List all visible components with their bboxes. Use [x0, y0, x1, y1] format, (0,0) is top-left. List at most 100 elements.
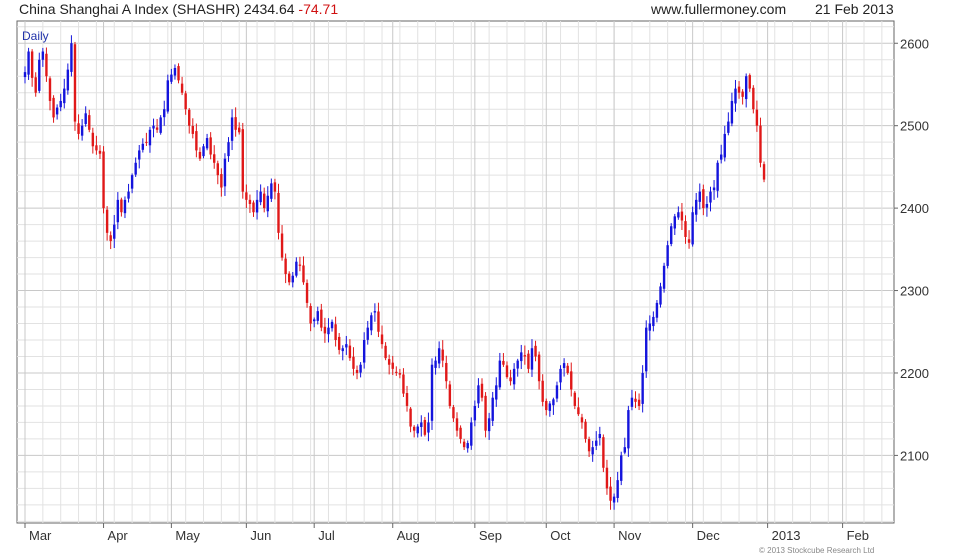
candle-body — [634, 398, 637, 402]
candle-body — [455, 418, 459, 431]
candle-body — [380, 334, 384, 345]
candle-body — [459, 427, 462, 439]
y-tick-label: 2200 — [900, 366, 929, 381]
y-tick-label: 2600 — [900, 36, 929, 51]
candle — [166, 74, 170, 114]
candle-body — [502, 360, 505, 365]
candle-body — [145, 141, 148, 143]
candle-body — [98, 150, 102, 154]
candle — [691, 206, 694, 247]
candle-body — [370, 315, 373, 331]
candle-body — [184, 93, 187, 110]
candle-body — [323, 326, 327, 334]
candle-body — [609, 486, 612, 501]
candle-body — [209, 137, 212, 155]
candle-body — [130, 175, 134, 189]
candle-body — [198, 151, 202, 159]
candle — [177, 63, 180, 84]
x-tick-label: Dec — [697, 528, 721, 543]
candle-body — [362, 340, 366, 363]
candle-body — [605, 467, 609, 489]
candle-body — [741, 91, 744, 97]
copyright-notice: © 2013 Stockcube Research Ltd — [759, 546, 875, 555]
candle-body — [191, 126, 195, 134]
candle-body — [341, 348, 344, 352]
candle-body — [530, 348, 534, 370]
candle-body — [259, 191, 262, 203]
candle-body — [109, 235, 112, 242]
candle-body — [430, 364, 434, 421]
candle — [752, 85, 755, 114]
candle-body — [420, 422, 423, 428]
candle-body — [337, 336, 341, 350]
candle-body — [52, 97, 55, 118]
candle-body — [491, 397, 494, 421]
y-tick-label: 2100 — [900, 448, 929, 463]
candle-body — [227, 142, 230, 157]
candle-body — [277, 192, 280, 233]
candle-body — [320, 309, 323, 328]
candle-body — [527, 353, 530, 369]
candle-body — [134, 162, 137, 175]
candle-body — [70, 43, 73, 72]
candle-body — [580, 417, 584, 423]
x-tick-label: May — [175, 528, 200, 543]
candle-body — [73, 44, 77, 122]
candle — [241, 122, 244, 199]
candle-body — [170, 74, 173, 82]
x-tick-label: Jul — [318, 528, 335, 543]
candle-body — [155, 127, 159, 130]
candle-body — [627, 410, 630, 449]
candle-body — [445, 362, 448, 382]
candle-body — [584, 421, 587, 439]
candle-body — [180, 83, 184, 93]
candle-body — [477, 385, 480, 404]
candle-body — [484, 395, 487, 431]
y-tick-label: 2500 — [900, 119, 929, 134]
candle-body — [727, 121, 730, 133]
candle-body — [598, 433, 602, 439]
candle-body — [166, 80, 170, 112]
candle-body — [38, 59, 41, 91]
candle-body — [659, 286, 662, 305]
y-tick-label: 2300 — [900, 284, 929, 299]
candle-body — [495, 385, 498, 400]
candle-body — [127, 191, 130, 199]
candle — [102, 146, 105, 214]
x-tick-label: Apr — [108, 528, 129, 543]
x-tick-label: Jun — [250, 528, 271, 543]
candle-body — [562, 363, 566, 368]
candle-body — [505, 365, 509, 378]
candle-body — [744, 76, 748, 100]
candle-body — [705, 203, 709, 208]
candle-body — [712, 187, 716, 191]
candle-body — [330, 321, 334, 329]
candle-body — [345, 344, 348, 348]
candle-body — [595, 440, 598, 446]
candle-body — [648, 323, 651, 331]
candle-body — [302, 265, 305, 283]
candle-body — [405, 393, 409, 406]
candle-body — [402, 374, 405, 394]
candle-body — [559, 368, 562, 383]
candle-body — [270, 183, 273, 199]
candle-body — [23, 72, 27, 78]
candle-body — [423, 419, 427, 435]
candle — [659, 282, 662, 308]
candle-body — [591, 447, 594, 455]
candle-body — [695, 199, 698, 215]
candle-body — [441, 349, 444, 361]
candle-body — [177, 66, 180, 81]
candle-body — [555, 385, 559, 399]
candle-body — [391, 362, 394, 369]
candle-body — [30, 51, 34, 78]
candle-body — [723, 133, 726, 158]
candle-body — [291, 275, 294, 283]
candle-body — [752, 87, 755, 110]
candle-body — [113, 224, 116, 239]
candle-body — [220, 174, 223, 188]
candle-body — [88, 115, 91, 130]
candle-body — [670, 226, 673, 244]
candle-body — [412, 426, 416, 431]
candle-body — [470, 422, 473, 446]
